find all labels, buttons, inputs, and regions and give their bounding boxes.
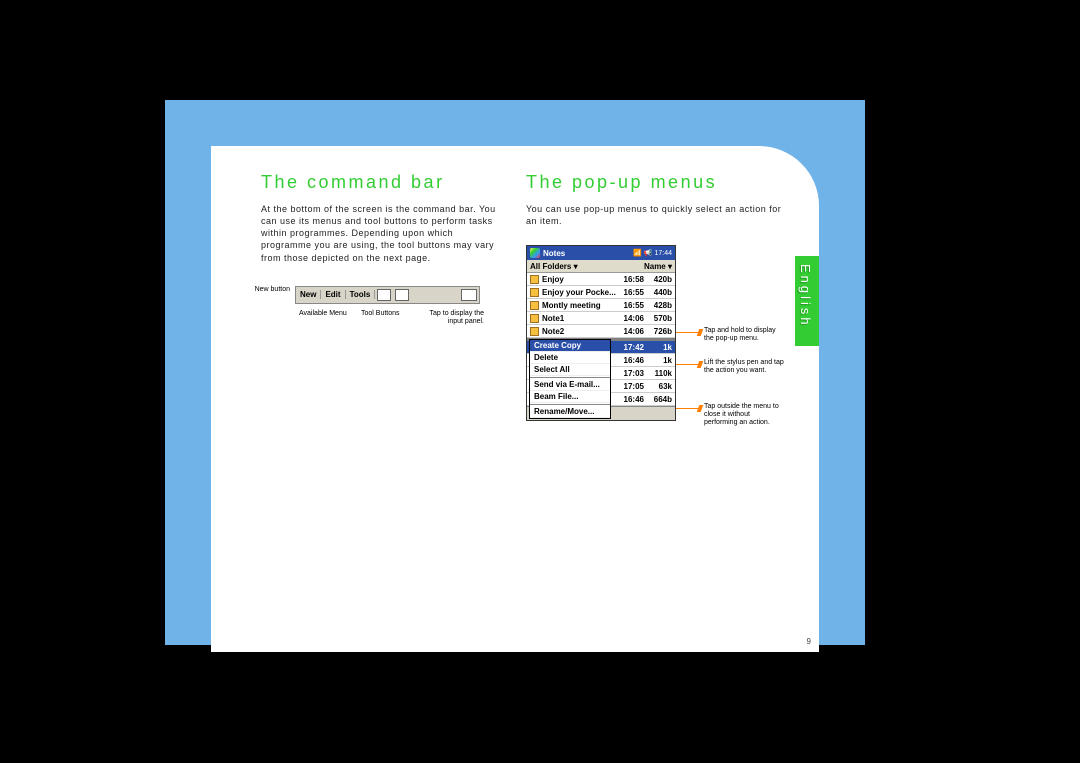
popup-body: You can use pop-up menus to quickly sele…	[526, 203, 786, 227]
item-size: 1k	[644, 356, 672, 365]
item-size: 664b	[644, 395, 672, 404]
tool-icon	[395, 289, 409, 301]
hdr-folders: All Folders ▾	[530, 262, 578, 271]
pda-rows: Enjoy16:58420bEnjoy your Pocke...16:5544…	[527, 273, 675, 338]
item-size: 420b	[644, 275, 672, 284]
item-size: 110k	[644, 369, 672, 378]
language-tab: English	[795, 256, 819, 346]
item-size: 428b	[644, 301, 672, 310]
note-icon	[530, 314, 539, 323]
item-size: 1k	[644, 343, 672, 352]
callout-tick	[697, 361, 704, 368]
item-time: 16:46	[616, 356, 644, 365]
menu-separator	[530, 404, 610, 405]
menu-item: Delete	[530, 352, 610, 364]
pda-figure: Notes 📶 📢 17:44 All Folders ▾ Name ▾ Enj…	[526, 245, 676, 430]
right-column: The pop-up menus You can use pop-up menu…	[526, 172, 786, 430]
keyboard-icon	[461, 289, 477, 301]
windows-icon	[530, 248, 540, 258]
item-time: 17:03	[616, 369, 644, 378]
cmdbar-edit: Edit	[321, 290, 345, 299]
item-time: 16:58	[616, 275, 644, 284]
label-new-button: New button	[254, 286, 290, 294]
cmdbar-new: New	[296, 290, 321, 299]
callout-tick	[697, 329, 704, 336]
item-name: Enjoy your Pocke...	[542, 288, 616, 297]
menu-item: Beam File...	[530, 391, 610, 403]
page-frame: The command bar At the bottom of the scr…	[165, 100, 865, 645]
item-time: 14:06	[616, 314, 644, 323]
left-column: The command bar At the bottom of the scr…	[261, 172, 506, 346]
pda-titlebar: Notes 📶 📢 17:44	[527, 246, 675, 260]
item-name: Enjoy	[542, 275, 616, 284]
language-label: English	[798, 264, 813, 328]
callout-2: Lift the stylus pen and tap the action y…	[704, 359, 784, 375]
item-time: 17:05	[616, 382, 644, 391]
note-icon	[530, 301, 539, 310]
tool-icon	[377, 289, 391, 301]
command-bar-image: New Edit Tools	[295, 286, 480, 304]
page-number: 9	[807, 637, 811, 646]
command-bar-figure: New button New Edit Tools Available Menu…	[261, 286, 506, 346]
menu-item: Rename/Move...	[530, 406, 610, 418]
list-item: Enjoy16:58420b	[527, 273, 675, 286]
page-inner: The command bar At the bottom of the scr…	[211, 146, 819, 652]
list-item: Enjoy your Pocke...16:55440b	[527, 286, 675, 299]
caption-tool-buttons: Tool Buttons	[361, 310, 400, 318]
menu-separator	[530, 377, 610, 378]
note-icon	[530, 275, 539, 284]
caption-available-menu: Available Menu	[299, 310, 347, 318]
note-icon	[530, 288, 539, 297]
item-time: 16:55	[616, 288, 644, 297]
item-time: 16:55	[616, 301, 644, 310]
section-title-popup-menus: The pop-up menus	[526, 172, 786, 193]
item-time: 14:06	[616, 327, 644, 336]
pda-list-header: All Folders ▾ Name ▾	[527, 260, 675, 273]
pda-status: 📶 📢 17:44	[633, 249, 672, 257]
item-size: 440b	[644, 288, 672, 297]
note-icon	[530, 327, 539, 336]
callout-tick	[697, 405, 704, 412]
list-item: Montly meeting16:55428b	[527, 299, 675, 312]
command-bar-body: At the bottom of the screen is the comma…	[261, 203, 506, 264]
callout-1: Tap and hold to display the pop-up menu.	[704, 327, 784, 343]
item-name: Montly meeting	[542, 301, 616, 310]
list-item: Note214:06726b	[527, 325, 675, 338]
menu-item: Select All	[530, 364, 610, 376]
hdr-name: Name ▾	[644, 262, 672, 271]
item-name: Note1	[542, 314, 616, 323]
pda-app-name: Notes	[543, 249, 565, 258]
caption-tap-display: Tap to display the input panel.	[429, 310, 484, 326]
context-menu: Create CopyDeleteSelect All Send via E-ma…	[529, 339, 611, 419]
item-size: 726b	[644, 327, 672, 336]
item-size: 63k	[644, 382, 672, 391]
item-name: Note2	[542, 327, 616, 336]
content-area: The command bar At the bottom of the scr…	[261, 172, 786, 430]
menu-item: Create Copy	[530, 340, 610, 352]
cmdbar-tools: Tools	[346, 290, 376, 299]
item-time: 16:46	[616, 395, 644, 404]
section-title-command-bar: The command bar	[261, 172, 506, 193]
list-item: Note114:06570b	[527, 312, 675, 325]
item-size: 570b	[644, 314, 672, 323]
item-time: 17:42	[616, 343, 644, 352]
menu-item: Send via E-mail...	[530, 379, 610, 391]
callout-3: Tap outside the menu to close it without…	[704, 403, 784, 427]
